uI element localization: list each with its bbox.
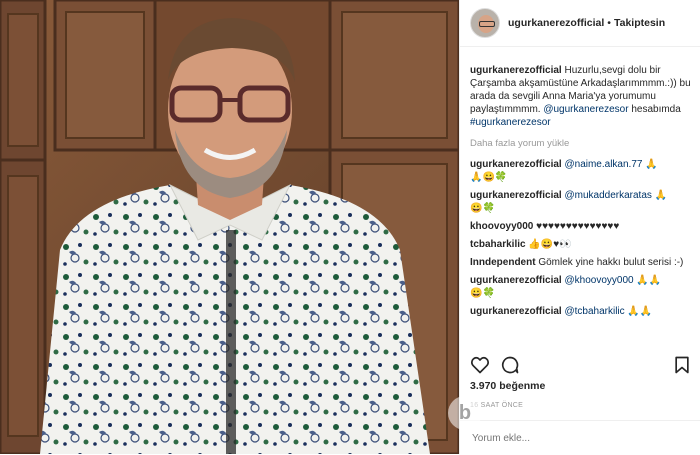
comment-item: ugurkanerezofficial @tcbaharkilic 🙏🙏	[470, 305, 692, 318]
comment-mention[interactable]: @tcbaharkilic	[564, 306, 624, 317]
comment-text: ♥♥♥♥♥♥♥♥♥♥♥♥♥♥	[533, 221, 620, 232]
caption: ugurkanerezofficial Huzurlu,sevgi dolu b…	[470, 64, 692, 129]
load-more-comments[interactable]: Daha fazla yorum yükle	[470, 137, 692, 150]
post-photo[interactable]	[0, 0, 459, 454]
comment-username[interactable]: tcbaharkilic	[470, 239, 526, 250]
comment-username[interactable]: khoovoyy000	[470, 221, 533, 232]
watermark-logo: b	[448, 396, 482, 430]
comment-mention[interactable]: @naime.alkan.77	[564, 159, 642, 170]
comment-username[interactable]: ugurkanerezofficial	[470, 275, 562, 286]
post-header: ugurkanerezofficial • Takiptesin	[460, 0, 700, 47]
comment-item: Inndependent Gömlek yine hakkı bulut ser…	[470, 256, 692, 269]
comment-text: 🙏🙏	[624, 306, 653, 317]
comment-line2: 😀🍀	[470, 288, 495, 299]
comment-text: 🙏🙏	[633, 275, 662, 286]
comment-username[interactable]: ugurkanerezofficial	[470, 159, 562, 170]
comment-text: 👍😀♥👀	[525, 239, 572, 250]
comment-mention[interactable]: @khoovoyy000	[564, 275, 633, 286]
action-bar	[470, 354, 692, 376]
comment-item: tcbaharkilic 👍😀♥👀	[470, 238, 692, 251]
heart-icon[interactable]	[470, 355, 490, 375]
header-username[interactable]: ugurkanerezofficial	[508, 17, 604, 29]
comment-text: 🙏	[642, 159, 658, 170]
comment-item: khoovoyy000 ♥♥♥♥♥♥♥♥♥♥♥♥♥♥	[470, 220, 692, 233]
comment-username[interactable]: Inndependent	[470, 257, 536, 268]
add-comment-bar	[460, 420, 700, 455]
avatar-glasses	[479, 21, 495, 27]
caption-mention[interactable]: @ugurkanerezesor	[543, 104, 628, 115]
avatar[interactable]	[470, 8, 500, 38]
comment-item: ugurkanerezofficial @khoovoyy000 🙏🙏 😀🍀	[470, 274, 692, 300]
comment-line2: 😀🍀	[470, 203, 495, 214]
instagram-post: ugurkanerezofficial • Takiptesin ugurkan…	[0, 0, 700, 454]
comments-list[interactable]: ugurkanerezofficial Huzurlu,sevgi dolu b…	[470, 64, 692, 348]
post-side-panel: ugurkanerezofficial • Takiptesin ugurkan…	[459, 0, 700, 454]
comment-text: 🙏	[651, 190, 668, 201]
add-comment-input[interactable]	[470, 431, 674, 445]
header-separator: •	[607, 17, 611, 29]
likes-count[interactable]: 3.970 beğenme	[470, 380, 545, 392]
caption-username[interactable]: ugurkanerezofficial	[470, 65, 562, 76]
comment-item: ugurkanerezofficial @mukadderkaratas 🙏 😀…	[470, 189, 692, 215]
comment-username[interactable]: ugurkanerezofficial	[470, 190, 562, 201]
caption-hashtag[interactable]: #ugurkanerezesor	[470, 117, 551, 128]
comment-item: ugurkanerezofficial @naime.alkan.77 🙏 🙏😀…	[470, 158, 692, 184]
following-button[interactable]: Takiptesin	[614, 17, 665, 29]
comment-mention[interactable]: @mukadderkaratas	[564, 190, 651, 201]
comment-text: Gömlek yine hakkı bulut serisi :-)	[535, 257, 684, 268]
photo-illustration	[0, 0, 459, 454]
comment-icon[interactable]	[500, 355, 520, 375]
bookmark-icon[interactable]	[672, 355, 692, 375]
comment-username[interactable]: ugurkanerezofficial	[470, 306, 562, 317]
caption-text-2: hesabımda	[628, 104, 681, 115]
comment-line2: 🙏😀🍀	[470, 172, 508, 183]
